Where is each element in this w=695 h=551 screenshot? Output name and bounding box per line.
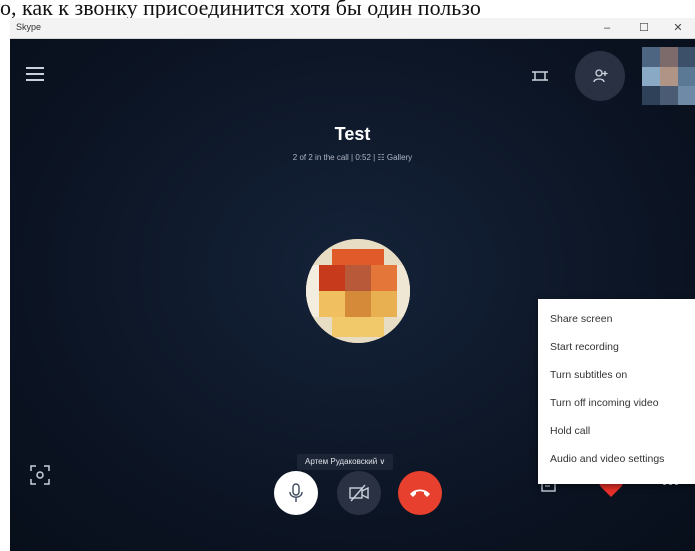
menu-item-audio-video-settings[interactable]: Audio and video settings	[550, 453, 664, 465]
self-video-preview[interactable]	[642, 47, 695, 105]
call-status: 2 of 2 in the call | 0:52 | ☷ Gallery	[292, 153, 413, 162]
video-off-icon	[349, 484, 369, 506]
maximize-button[interactable]: ☐	[627, 18, 661, 38]
menu-item-share-screen[interactable]: Share screen	[550, 313, 612, 325]
hamburger-icon[interactable]	[26, 67, 44, 81]
microphone-icon	[288, 483, 304, 507]
title-bar: Skype – ☐ ✕	[10, 18, 695, 39]
hang-up-icon	[409, 486, 431, 503]
more-options-menu: Share screen Start recording Turn subtit…	[538, 299, 695, 484]
camera-frame-icon[interactable]	[30, 465, 52, 487]
close-button[interactable]: ✕	[661, 18, 695, 38]
add-person-button[interactable]	[575, 51, 625, 101]
video-toggle-button[interactable]	[337, 471, 381, 515]
call-stage: Test 2 of 2 in the call | 0:52 | ☷ Galle…	[10, 39, 695, 551]
skype-window: Skype – ☐ ✕ Test 2 of 2 in the call | 0:…	[10, 18, 695, 551]
menu-item-turn-subtitles-on[interactable]: Turn subtitles on	[550, 369, 627, 381]
menu-item-hold-call[interactable]: Hold call	[550, 425, 590, 437]
fullscreen-icon[interactable]	[530, 69, 550, 89]
hang-up-button[interactable]	[398, 471, 442, 515]
call-title: Test	[334, 124, 371, 144]
menu-item-turn-off-incoming-video[interactable]: Turn off incoming video	[550, 397, 659, 409]
menu-item-start-recording[interactable]: Start recording	[550, 341, 619, 353]
window-title: Skype	[16, 22, 42, 32]
participant-avatar	[306, 239, 410, 343]
add-person-icon	[592, 69, 608, 88]
microphone-button[interactable]	[274, 471, 318, 515]
participant-name-tag[interactable]: Артем Рудаковский ∨	[297, 454, 394, 470]
minimize-button[interactable]: –	[590, 18, 624, 38]
